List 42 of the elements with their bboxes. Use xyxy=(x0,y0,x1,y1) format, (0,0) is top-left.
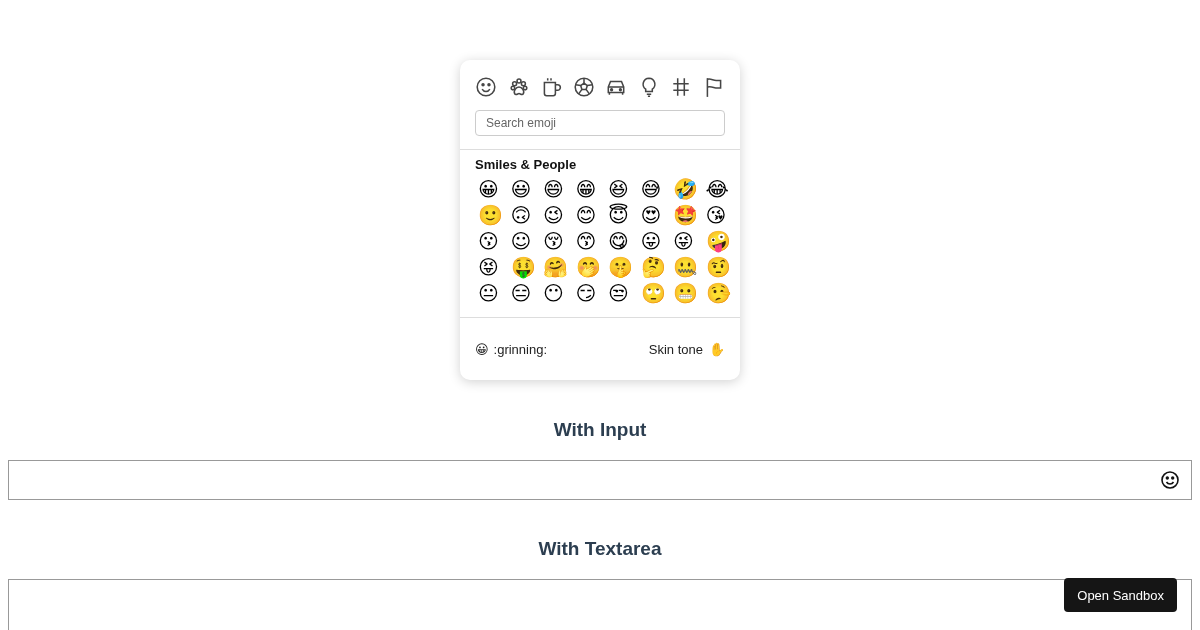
emoji[interactable]: 😀 xyxy=(475,176,508,202)
ball-icon xyxy=(572,76,595,98)
emoji[interactable]: 😝 xyxy=(475,254,508,280)
emoji[interactable]: 😍 xyxy=(637,202,670,228)
emoji[interactable]: 😗 xyxy=(475,228,508,254)
emoji-name: :grinning: xyxy=(493,341,548,357)
emoji[interactable]: 😘 xyxy=(702,202,735,228)
emoji[interactable]: 😇 xyxy=(605,202,638,228)
emoji[interactable]: 😉 xyxy=(540,202,573,228)
section-heading: With Input xyxy=(552,419,648,441)
emoji[interactable]: 😑 xyxy=(507,280,540,306)
category-tab[interactable] xyxy=(507,76,530,98)
text-input[interactable] xyxy=(8,460,1192,500)
emoji[interactable]: 😂 xyxy=(702,176,735,202)
section-title: Smiles & People xyxy=(474,156,578,174)
emoji[interactable]: 😊 xyxy=(572,202,605,228)
category-tab[interactable] xyxy=(475,76,497,98)
emoji[interactable]: 😁 xyxy=(572,176,605,202)
search-field[interactable]: Search emoji xyxy=(475,110,725,136)
emoji[interactable]: 😚 xyxy=(540,228,573,254)
emoji[interactable]: 😒 xyxy=(605,280,638,306)
emoji[interactable]: 😆 xyxy=(605,176,638,202)
emoji[interactable]: 😃 xyxy=(507,176,540,202)
emoji[interactable]: 😅 xyxy=(637,176,670,202)
smiley-icon xyxy=(475,76,497,98)
emoji[interactable]: 😄 xyxy=(540,176,573,202)
emoji[interactable]: 🙃 xyxy=(507,202,540,228)
category-tab[interactable] xyxy=(572,76,595,98)
skin-tone-label: Skin tone xyxy=(648,341,703,357)
emoji[interactable]: 😏 xyxy=(572,280,605,306)
section-heading: With Textarea xyxy=(537,538,663,560)
emoji[interactable]: 😛 xyxy=(637,228,670,254)
paw-icon xyxy=(507,76,530,98)
emoji[interactable]: 😐 xyxy=(475,280,508,306)
emoji[interactable]: 😋 xyxy=(605,228,638,254)
emoji-icon[interactable] xyxy=(1160,470,1180,490)
emoji[interactable]: 😙 xyxy=(572,228,605,254)
emoji[interactable]: ☺ xyxy=(507,228,540,254)
emoji[interactable]: 😶 xyxy=(540,280,573,306)
emoji-preview: 😀 xyxy=(475,341,489,357)
open-sandbox-button[interactable]: Open Sandbox xyxy=(1064,578,1177,612)
emoji[interactable]: 😜 xyxy=(670,228,703,254)
